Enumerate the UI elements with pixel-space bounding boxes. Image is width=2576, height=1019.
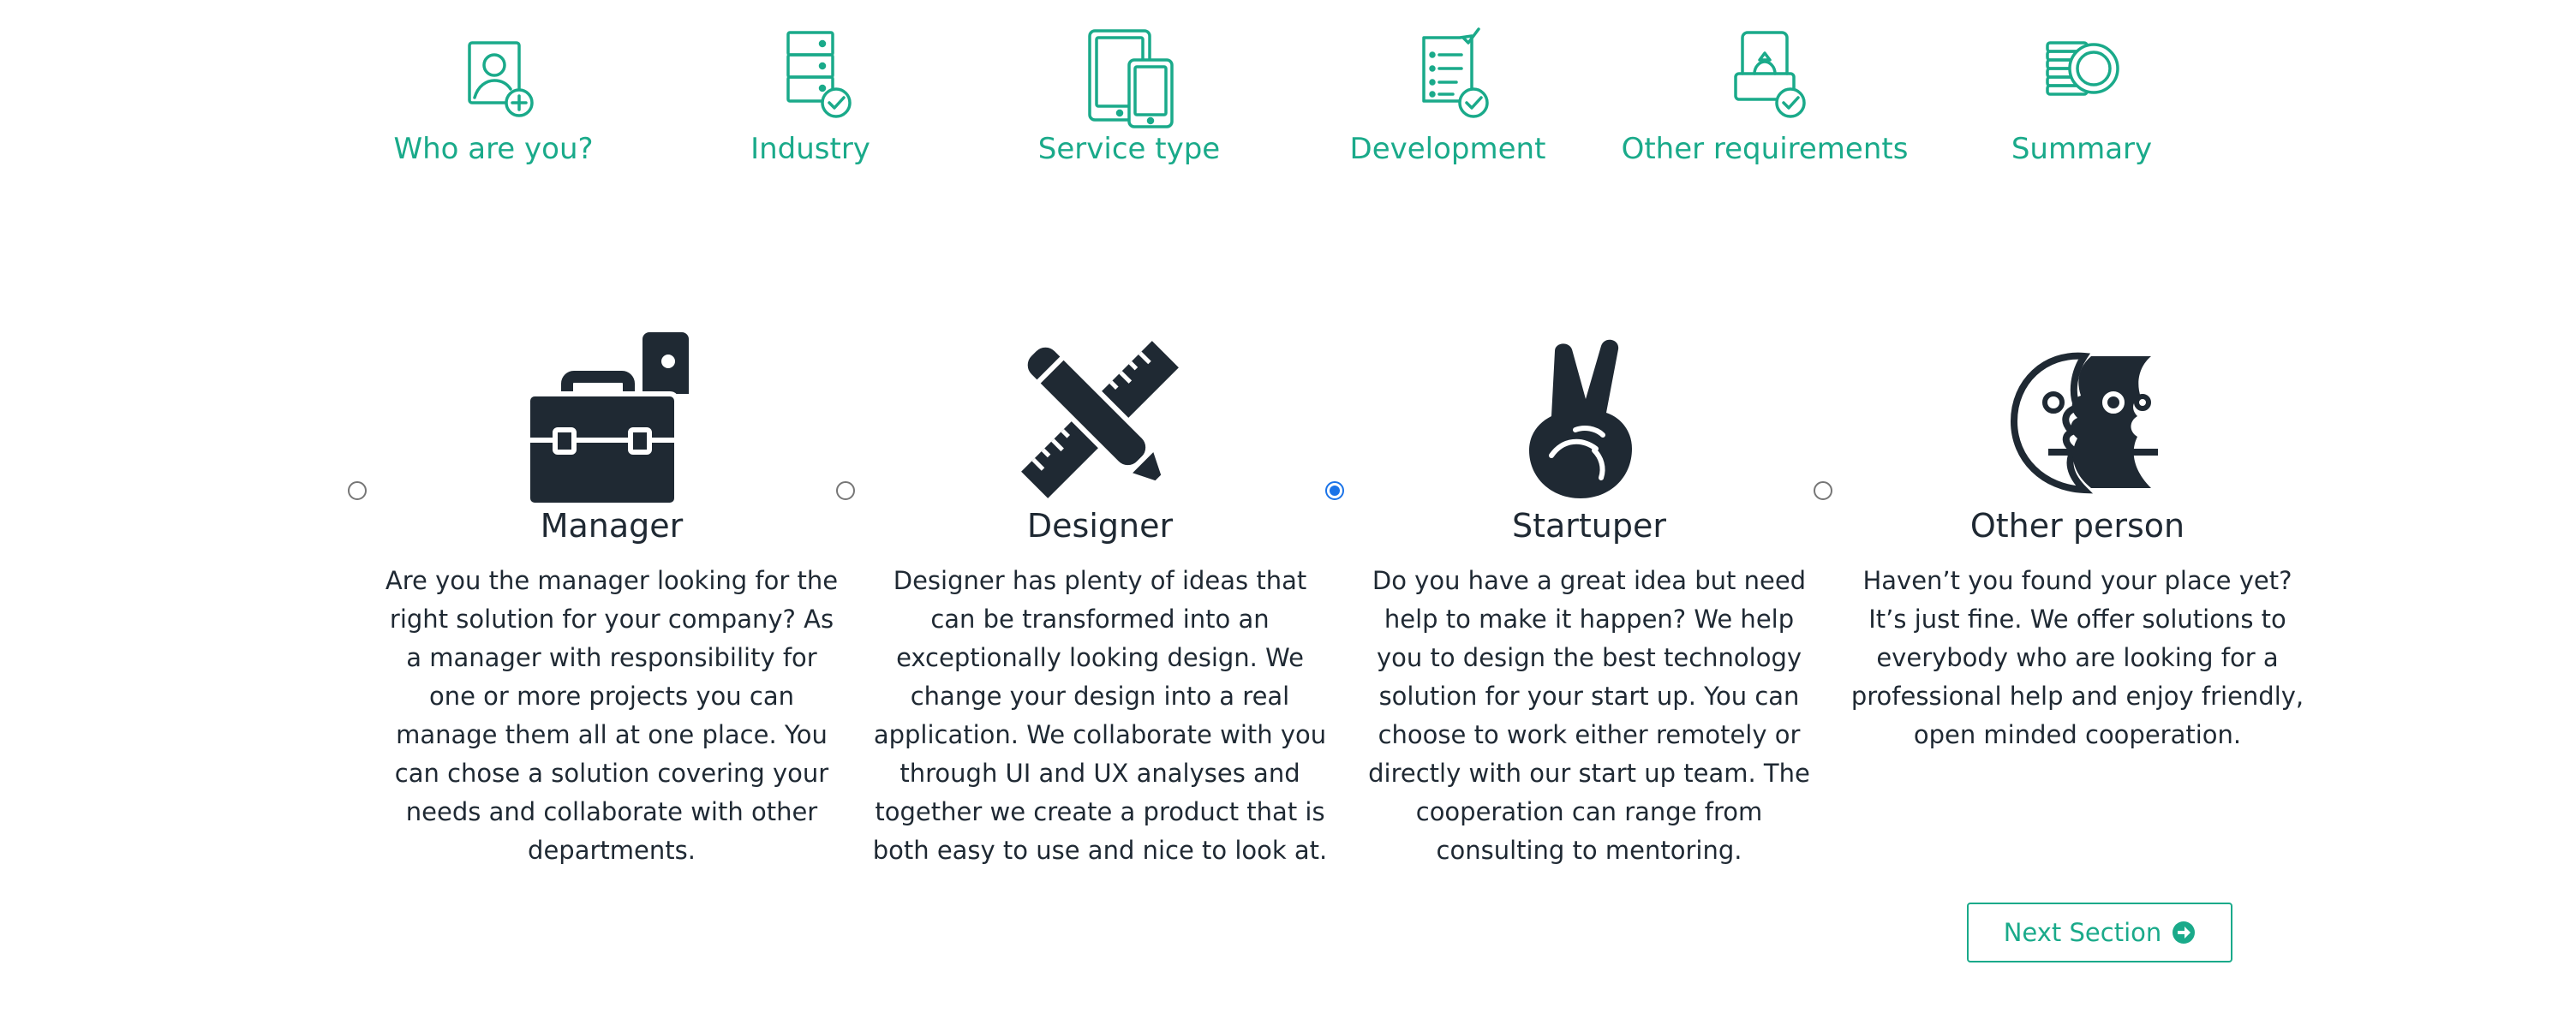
briefcase-icon: [517, 325, 706, 505]
step-label: Service type: [1037, 132, 1221, 166]
next-section-label: Next Section: [2003, 918, 2162, 947]
step-navigation: Who are you? Industry Service type Devel…: [0, 0, 2576, 188]
option-designer[interactable]: Designer Designer has plenty of ideas th…: [834, 325, 1327, 891]
step-label: Other requirements: [1621, 132, 1909, 166]
radio-designer[interactable]: [836, 481, 855, 500]
step-who-are-you[interactable]: Who are you?: [331, 26, 656, 180]
radio-other-person[interactable]: [1814, 481, 1832, 500]
option-title: Startuper: [1511, 507, 1667, 545]
step-service-type[interactable]: Service type: [966, 26, 1292, 180]
devices-icon: [1069, 26, 1189, 128]
user-add-icon: [433, 26, 553, 128]
step-label: Industry: [750, 132, 870, 166]
pencil-ruler-icon: [1006, 325, 1194, 505]
ring-box-check-icon: [1705, 26, 1825, 128]
arrow-circle-right-icon: [2172, 921, 2196, 945]
option-description: Are you the manager looking for the righ…: [385, 566, 839, 865]
next-section-button[interactable]: Next Section: [1967, 903, 2232, 962]
option-other-person[interactable]: Other person Haven’t you found your plac…: [1812, 325, 2304, 891]
step-label: Who are you?: [393, 132, 594, 166]
option-startuper[interactable]: Startuper Do you have a great idea but n…: [1324, 325, 1812, 891]
radio-startuper[interactable]: [1325, 481, 1344, 500]
option-title: Manager: [540, 507, 684, 545]
step-summary[interactable]: Summary: [1919, 26, 2244, 180]
server-check-icon: [750, 26, 870, 128]
step-label: Development: [1349, 132, 1546, 166]
step-label: Summary: [2011, 132, 2153, 166]
option-description: Designer has plenty of ideas that can be…: [872, 566, 1328, 865]
coins-icon: [2022, 26, 2142, 128]
option-title: Designer: [1026, 507, 1174, 545]
radio-manager[interactable]: [348, 481, 367, 500]
peace-hand-icon: [1495, 325, 1683, 505]
two-faces-icon: [1983, 325, 2172, 505]
step-industry[interactable]: Industry: [648, 26, 973, 180]
option-description: Do you have a great idea but need help t…: [1368, 566, 1810, 865]
option-title: Other person: [1969, 507, 2185, 545]
checklist-icon: [1388, 26, 1508, 128]
option-manager[interactable]: Manager Are you the manager looking for …: [346, 325, 838, 891]
step-other-requirements[interactable]: Other requirements: [1602, 26, 1928, 180]
step-development[interactable]: Development: [1285, 26, 1611, 180]
option-description: Haven’t you found your place yet? It’s j…: [1850, 566, 2304, 749]
